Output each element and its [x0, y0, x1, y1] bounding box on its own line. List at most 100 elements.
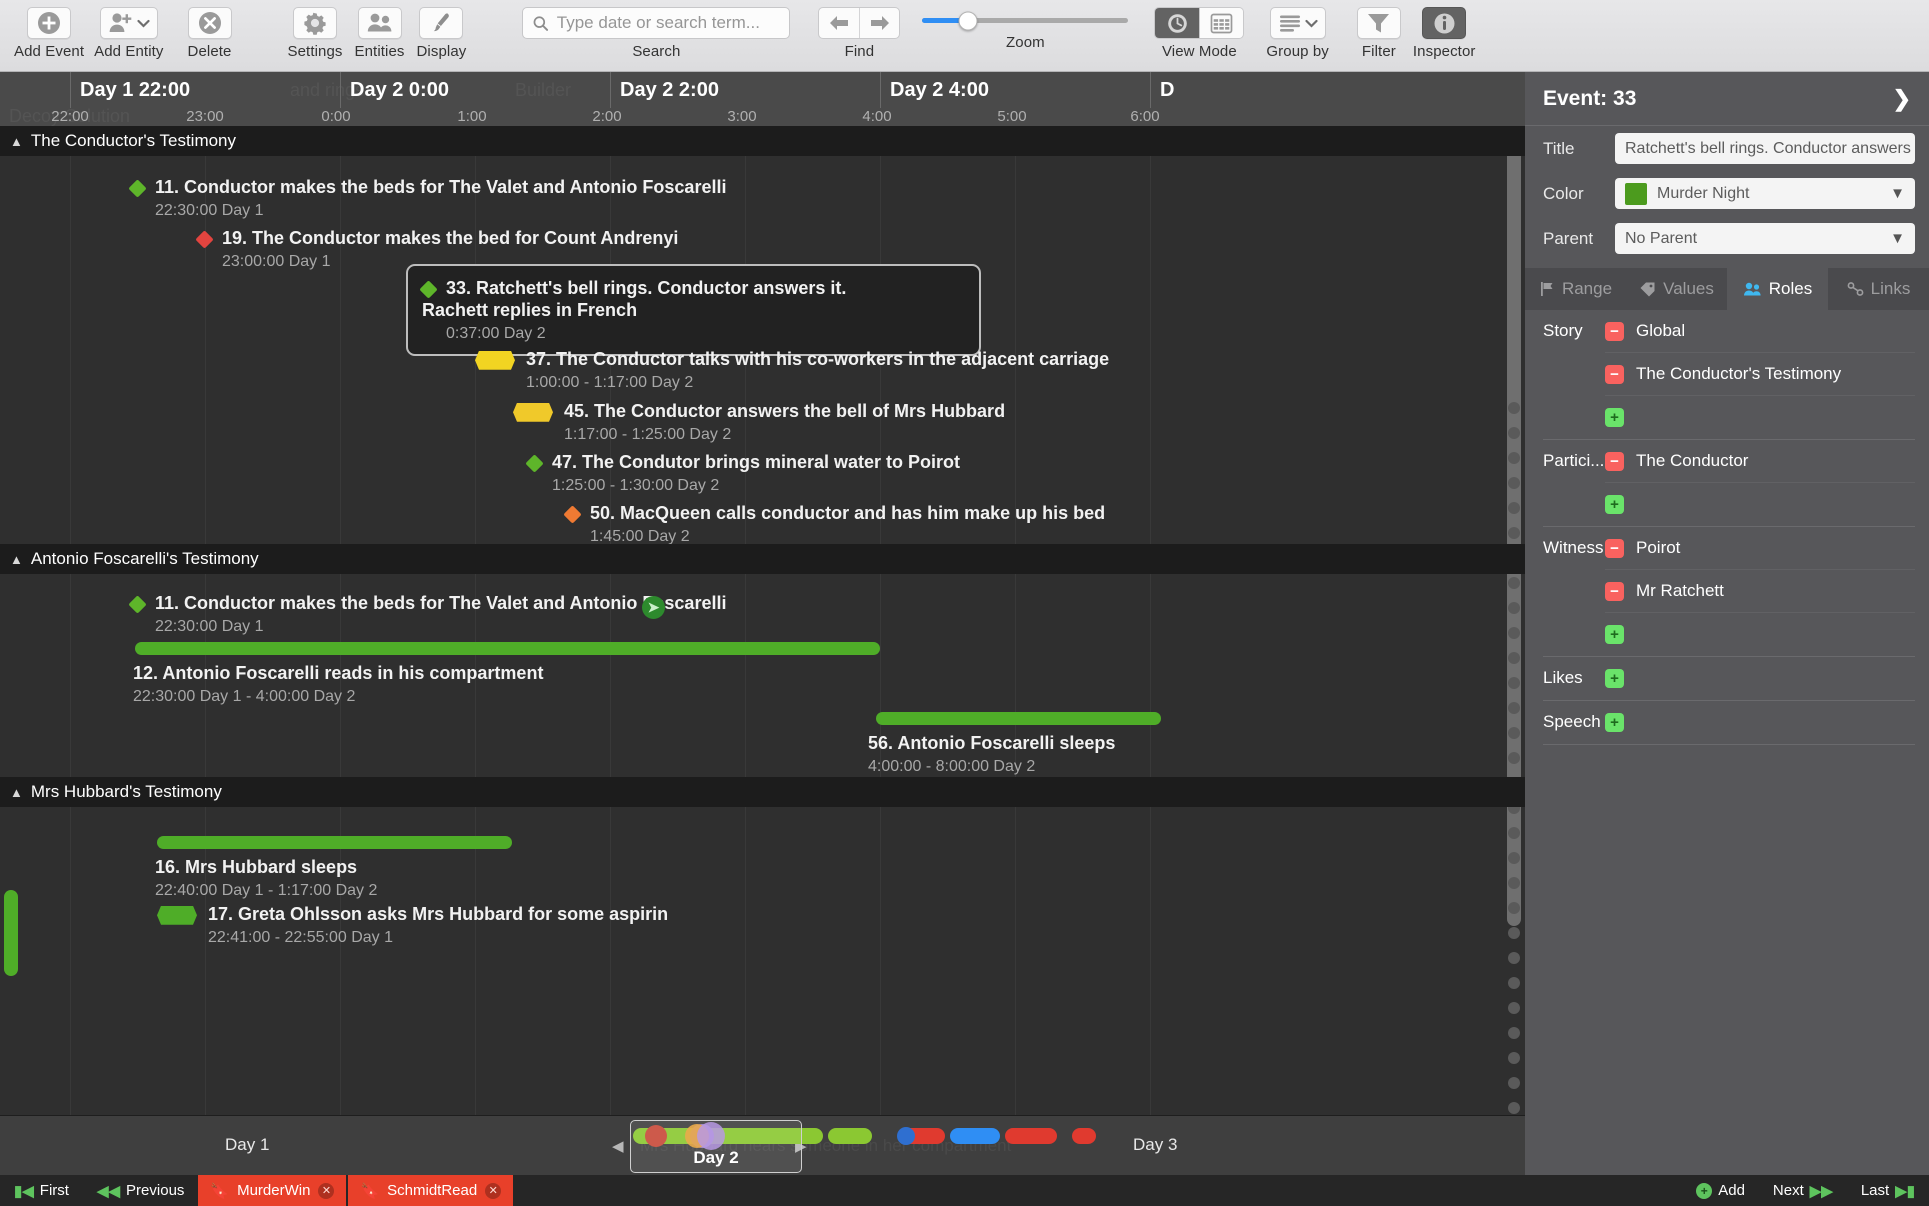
add-role-row[interactable]: +	[1605, 657, 1915, 700]
last-button[interactable]: Last ▶▮	[1847, 1175, 1929, 1206]
parent-select[interactable]: No Parent ▼	[1615, 223, 1915, 254]
find-next-button[interactable]	[859, 8, 899, 38]
bar-event-16[interactable]	[157, 836, 512, 849]
entities-icon-box[interactable]	[358, 7, 402, 39]
lane-dot	[1508, 427, 1520, 439]
view-mode-timeline-button[interactable]	[1155, 8, 1199, 38]
chevron-down-icon[interactable]	[137, 19, 150, 28]
tab-values[interactable]: Values	[1626, 268, 1727, 310]
ruler-minor-tick: 1:00	[457, 108, 486, 126]
title-input[interactable]: Ratchett's bell rings. Conductor answers…	[1615, 133, 1915, 164]
group-header-conductor[interactable]: ▲ The Conductor's Testimony	[0, 126, 1525, 156]
event-17[interactable]: 17. Greta Ohlsson asks Mrs Hubbard for s…	[157, 903, 668, 948]
event-50[interactable]: 50. MacQueen calls conductor and has him…	[566, 502, 1105, 547]
entities-button[interactable]: Entities	[355, 0, 405, 60]
delete-button[interactable]: Delete	[188, 0, 232, 60]
add-role-row[interactable]: +	[1605, 396, 1915, 439]
chevron-down-icon[interactable]: ▼	[1890, 185, 1905, 202]
find-previous-button[interactable]	[819, 8, 859, 38]
role-item[interactable]: − Mr Ratchett	[1605, 570, 1915, 613]
group-header-hubbard[interactable]: ▲ Mrs Hubbard's Testimony	[0, 777, 1525, 807]
add-role-icon[interactable]: +	[1605, 495, 1624, 514]
view-mode-table-button[interactable]	[1199, 8, 1243, 38]
add-role-icon[interactable]: +	[1605, 669, 1624, 688]
inspector-collapse-icon[interactable]: ❯	[1893, 86, 1911, 112]
role-item[interactable]: − Global	[1605, 310, 1915, 353]
tab-murderwin[interactable]: 🔖 MurderWin ✕	[198, 1175, 346, 1206]
filter-button[interactable]: Filter	[1357, 0, 1401, 60]
collapse-chevron-icon[interactable]: ▲	[10, 785, 23, 800]
delete-icon-box[interactable]	[188, 7, 232, 39]
add-role-icon[interactable]: +	[1605, 408, 1624, 427]
previous-button[interactable]: ◀◀ Previous	[83, 1175, 198, 1206]
chevron-down-icon[interactable]: ▼	[1890, 230, 1905, 247]
add-role-icon[interactable]: +	[1605, 713, 1624, 732]
color-select[interactable]: Murder Night ▼	[1615, 178, 1915, 209]
collapse-chevron-icon[interactable]: ▲	[10, 552, 23, 567]
event-47[interactable]: 47. The Condutor brings mineral water to…	[528, 451, 960, 496]
ruler-major-tick: D	[1150, 72, 1174, 108]
remove-role-icon[interactable]: −	[1605, 539, 1624, 558]
settings-icon-box[interactable]	[293, 7, 337, 39]
jump-to-event-icon[interactable]: ➤	[642, 596, 665, 619]
tab-roles[interactable]: Roles	[1727, 268, 1828, 310]
add-event-button[interactable]: Add Event	[14, 0, 84, 60]
add-button[interactable]: + Add	[1682, 1175, 1759, 1206]
title-field-label: Title	[1543, 139, 1605, 159]
remove-role-icon[interactable]: −	[1605, 452, 1624, 471]
remove-role-icon[interactable]: −	[1605, 365, 1624, 384]
inspector-button[interactable]: Inspector	[1413, 0, 1476, 60]
settings-button[interactable]: Settings	[288, 0, 343, 60]
event-11-foscarelli[interactable]: 11. Conductor makes the beds for The Val…	[131, 592, 726, 637]
role-item-label: Poirot	[1636, 538, 1680, 558]
display-button[interactable]: Display	[417, 0, 467, 60]
collapse-chevron-icon[interactable]: ▲	[10, 134, 23, 149]
event-11[interactable]: 11. Conductor makes the beds for The Val…	[131, 176, 726, 221]
search-input[interactable]	[557, 13, 780, 33]
close-tab-icon[interactable]: ✕	[318, 1183, 334, 1199]
add-role-icon[interactable]: +	[1605, 625, 1624, 644]
remove-role-icon[interactable]: −	[1605, 322, 1624, 341]
first-button[interactable]: ▮◀ First	[0, 1175, 83, 1206]
add-role-row[interactable]: +	[1605, 613, 1915, 656]
add-entity-icon-box[interactable]	[100, 7, 158, 39]
next-button[interactable]: Next ▶▶	[1759, 1175, 1847, 1206]
tab-links[interactable]: Links	[1828, 268, 1929, 310]
timeline-minimap[interactable]: Day 1 Day 3 Mrs Hubbard hears someone in…	[0, 1115, 1525, 1175]
bar-event-12[interactable]	[135, 642, 880, 655]
view-mode-segmented[interactable]	[1154, 7, 1244, 39]
find-button-group[interactable]	[818, 7, 900, 39]
tab-range[interactable]: Range	[1525, 268, 1626, 310]
add-role-row[interactable]: +	[1605, 483, 1915, 526]
group-by-icon-box[interactable]	[1270, 7, 1326, 39]
timeline-panel[interactable]: Decoy Solution and rings Builder Day 1 2…	[0, 72, 1525, 1175]
bar-event-16-label: 16. Mrs Hubbard sleeps 22:40:00 Day 1 - …	[155, 856, 377, 901]
inspector-icon-box[interactable]	[1422, 7, 1466, 39]
role-item[interactable]: − Poirot	[1605, 527, 1915, 570]
role-item[interactable]: − The Conductor	[1605, 440, 1915, 483]
group-by-button[interactable]: Group by	[1266, 0, 1329, 60]
event-33-selected-card[interactable]: 33. Ratchett's bell rings. Conductor ans…	[406, 264, 981, 356]
close-tab-icon[interactable]: ✕	[485, 1183, 501, 1199]
bar-event-56[interactable]	[876, 712, 1161, 725]
search-box[interactable]	[522, 7, 790, 39]
display-icon-box[interactable]	[419, 7, 463, 39]
chevron-down-icon[interactable]	[1305, 19, 1318, 28]
add-event-icon-box[interactable]	[27, 7, 71, 39]
group-header-foscarelli[interactable]: ▲ Antonio Foscarelli's Testimony	[0, 544, 1525, 574]
timeline-ruler[interactable]: Decoy Solution and rings Builder Day 1 2…	[0, 72, 1525, 126]
event-title: 11. Conductor makes the beds for The Val…	[131, 592, 726, 614]
minimap-left-arrow-icon[interactable]: ◀	[612, 1137, 624, 1155]
remove-role-icon[interactable]: −	[1605, 582, 1624, 601]
tab-schmidtread[interactable]: 🔖 SchmidtRead ✕	[348, 1175, 513, 1206]
zoom-slider-knob[interactable]	[958, 11, 977, 30]
bookmark-icon: 🔖	[360, 1182, 379, 1200]
event-37[interactable]: 37. The Conductor talks with his co-work…	[475, 348, 1109, 393]
role-item[interactable]: − The Conductor's Testimony	[1605, 353, 1915, 396]
add-entity-button[interactable]: Add Entity	[94, 0, 163, 60]
filter-icon-box[interactable]	[1357, 7, 1401, 39]
zoom-slider[interactable]	[922, 18, 1128, 23]
add-role-row[interactable]: +	[1605, 701, 1915, 744]
minimap-viewport-window[interactable]: Day 2	[630, 1120, 802, 1173]
event-45[interactable]: 45. The Conductor answers the bell of Mr…	[513, 400, 1005, 445]
